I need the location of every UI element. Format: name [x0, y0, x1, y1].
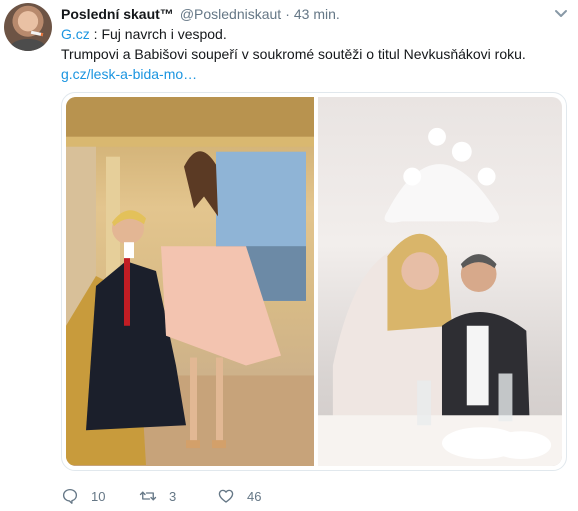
- tweet[interactable]: Poslední skaut™ @Posledniskaut · 43 min.…: [0, 0, 578, 511]
- reply-button[interactable]: 10: [61, 487, 139, 505]
- tweet-text-line-1: G.cz : Fuj navrch i vespod.: [61, 24, 227, 44]
- heart-icon: [218, 489, 234, 503]
- avatar[interactable]: [4, 3, 52, 51]
- chevron-down-icon[interactable]: [554, 9, 568, 19]
- source-link[interactable]: G.cz: [61, 26, 90, 42]
- media-grid[interactable]: [61, 92, 567, 471]
- author-name[interactable]: Poslední skaut™: [61, 6, 174, 22]
- article-link[interactable]: g.cz/lesk-a-bida-mo…: [61, 64, 197, 84]
- separator: ·: [285, 6, 290, 22]
- tweet-text: : Fuj navrch i vespod.: [89, 26, 227, 42]
- timestamp[interactable]: 43 min.: [294, 6, 340, 22]
- reply-count: 10: [91, 488, 106, 504]
- tweet-text-line-2: Trumpovi a Babišovi soupeří v soukromé s…: [61, 46, 526, 62]
- retweet-icon: [139, 491, 157, 501]
- retweet-button[interactable]: 3: [139, 487, 217, 505]
- photo-right[interactable]: [318, 97, 562, 466]
- tweet-header: Poslední skaut™ @Posledniskaut · 43 min.: [61, 4, 340, 24]
- author-handle[interactable]: @Posledniskaut: [180, 6, 281, 22]
- like-button[interactable]: 46: [217, 487, 295, 505]
- like-count: 46: [247, 488, 262, 504]
- article-link-text[interactable]: g.cz/lesk-a-bida-mo…: [61, 66, 197, 82]
- reply-icon: [62, 488, 78, 504]
- photo-left[interactable]: [66, 97, 314, 466]
- tweet-actions: 10 3 46: [61, 484, 295, 508]
- retweet-count: 3: [169, 488, 177, 504]
